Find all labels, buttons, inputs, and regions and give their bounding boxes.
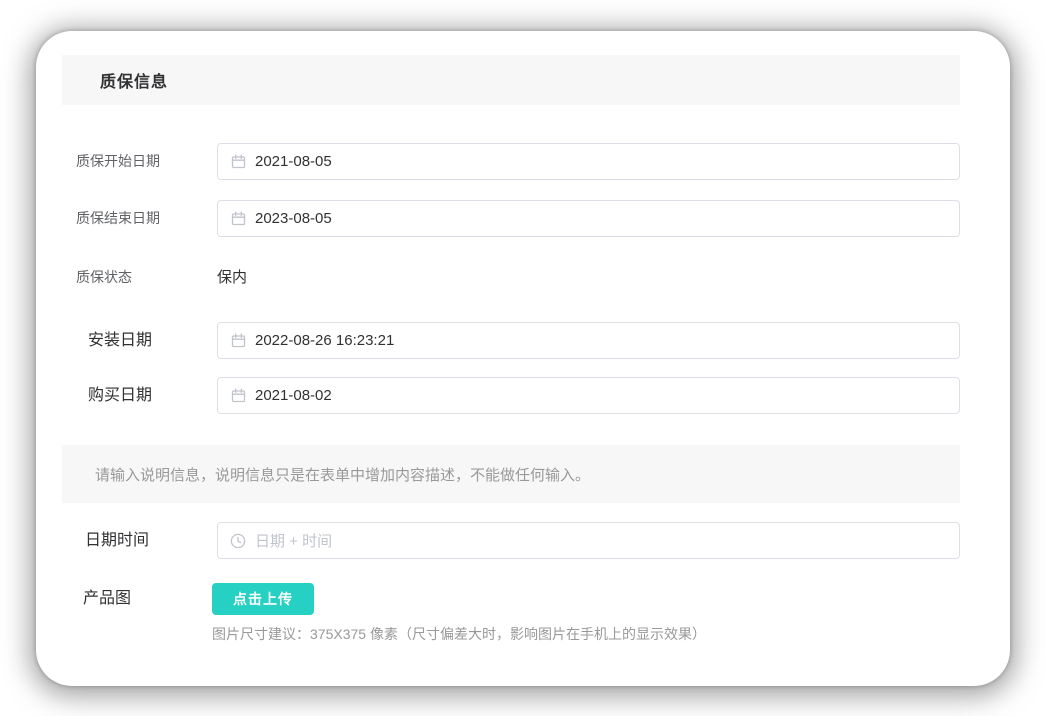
- warranty-info-card: 质保信息 质保开始日期 2021-08-05 质保结束日期 2023-08-05: [36, 31, 1010, 686]
- warranty-end-label: 质保结束日期: [76, 200, 160, 237]
- section-title: 质保信息: [100, 68, 168, 92]
- clock-icon: [230, 533, 246, 549]
- datetime-label: 日期时间: [85, 522, 149, 559]
- install-date-value: 2022-08-26 16:23:21: [255, 332, 394, 349]
- calendar-icon: [230, 154, 246, 170]
- warranty-start-label: 质保开始日期: [76, 143, 160, 180]
- calendar-icon: [230, 388, 246, 404]
- purchase-date-input[interactable]: 2021-08-02: [217, 377, 960, 414]
- warranty-status-label: 质保状态: [76, 259, 132, 296]
- product-image-label: 产品图: [83, 580, 131, 617]
- form-note-text: 请输入说明信息，说明信息只是在表单中增加内容描述，不能做任何输入。: [95, 464, 590, 485]
- purchase-date-value: 2021-08-02: [255, 387, 332, 404]
- calendar-icon: [230, 211, 246, 227]
- upload-hint: 图片尺寸建议：375X375 像素（尺寸偏差大时，影响图片在手机上的显示效果）: [212, 624, 706, 644]
- datetime-placeholder: 日期 + 时间: [255, 530, 332, 551]
- install-date-input[interactable]: 2022-08-26 16:23:21: [217, 322, 960, 359]
- warranty-status-value: 保内: [217, 259, 247, 296]
- form-note-bar: 请输入说明信息，说明信息只是在表单中增加内容描述，不能做任何输入。: [62, 445, 960, 503]
- datetime-input[interactable]: 日期 + 时间: [217, 522, 960, 559]
- warranty-start-value: 2021-08-05: [255, 153, 332, 170]
- warranty-end-value: 2023-08-05: [255, 210, 332, 227]
- warranty-end-input[interactable]: 2023-08-05: [217, 200, 960, 237]
- upload-button[interactable]: 点击上传: [212, 583, 314, 615]
- warranty-start-input[interactable]: 2021-08-05: [217, 143, 960, 180]
- calendar-icon: [230, 333, 246, 349]
- section-header: 质保信息: [62, 55, 960, 105]
- install-date-label: 安装日期: [88, 322, 152, 359]
- purchase-date-label: 购买日期: [88, 377, 152, 414]
